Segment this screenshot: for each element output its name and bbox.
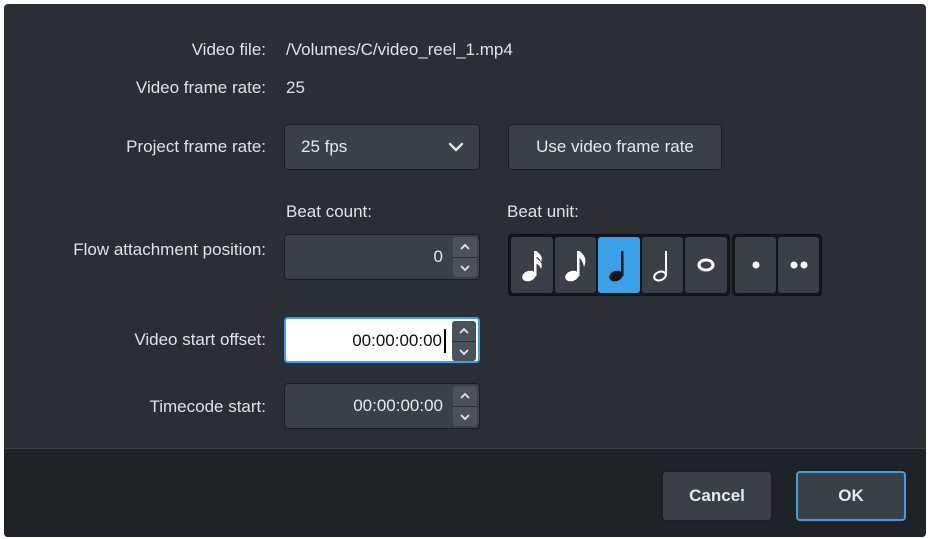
single-dot-button[interactable] xyxy=(735,237,776,293)
chevron-up-icon[interactable] xyxy=(453,237,477,257)
ok-button[interactable]: OK xyxy=(796,471,906,521)
eighth-note-icon xyxy=(565,251,586,282)
text-caret xyxy=(444,329,446,353)
dot-selector xyxy=(732,234,822,296)
video-start-offset-label: Video start offset: xyxy=(134,330,266,349)
video-frame-rate-label: Video frame rate: xyxy=(135,78,266,97)
timecode-start-label: Timecode start: xyxy=(149,397,266,416)
video-start-offset-value: 00:00:00:00 xyxy=(352,331,442,350)
project-frame-rate-select[interactable]: 25 fps xyxy=(284,124,480,170)
video-frame-rate-value: 25 xyxy=(286,78,305,97)
beat-count-header: Beat count: xyxy=(286,202,373,221)
project-frame-rate-label: Project frame rate: xyxy=(126,137,266,156)
timecode-start-arrows xyxy=(453,386,477,426)
project-frame-rate-value: 25 fps xyxy=(301,137,348,156)
sixteenth-note-icon xyxy=(522,251,542,282)
use-video-frame-rate-button[interactable]: Use video frame rate xyxy=(508,124,722,170)
beat-unit-whole[interactable] xyxy=(685,237,727,293)
chevron-down-icon[interactable] xyxy=(453,406,477,427)
single-dot-icon xyxy=(752,261,759,269)
video-file-path: /Volumes/C/video_reel_1.mp4 xyxy=(286,40,513,59)
quarter-note-icon xyxy=(609,251,624,282)
beat-unit-selector xyxy=(508,234,730,296)
chevron-down-icon[interactable] xyxy=(453,257,477,278)
chevron-up-icon[interactable] xyxy=(452,321,476,341)
timecode-start-value: 00:00:00:00 xyxy=(353,396,443,415)
video-properties-dialog: Video file: /Volumes/C/video_reel_1.mp4 … xyxy=(4,4,926,537)
double-dot-button[interactable] xyxy=(778,237,819,293)
half-note-icon xyxy=(652,251,667,282)
beat-unit-half[interactable] xyxy=(641,237,684,293)
beat-count-arrows xyxy=(453,237,477,277)
beat-count-value: 0 xyxy=(433,247,443,266)
chevron-down-icon[interactable] xyxy=(452,341,476,362)
video-start-offset-arrows xyxy=(452,321,476,361)
beat-unit-sixteenth[interactable] xyxy=(511,237,553,293)
chevron-down-icon xyxy=(447,138,465,161)
timecode-start-field[interactable]: 00:00:00:00 xyxy=(284,383,480,429)
beat-unit-eighth[interactable] xyxy=(554,237,597,293)
double-dot-icon xyxy=(790,261,807,269)
video-file-label: Video file: xyxy=(191,40,266,59)
chevron-up-icon[interactable] xyxy=(453,386,477,406)
beat-unit-header: Beat unit: xyxy=(507,202,579,221)
dialog-footer xyxy=(4,448,926,537)
beat-count-stepper[interactable]: 0 xyxy=(284,234,480,280)
flow-attachment-position-label: Flow attachment position: xyxy=(73,240,266,259)
whole-note-icon xyxy=(697,258,715,272)
video-start-offset-field[interactable]: 00:00:00:00 xyxy=(284,317,480,363)
beat-unit-quarter[interactable] xyxy=(598,237,640,293)
cancel-button[interactable]: Cancel xyxy=(662,471,772,521)
